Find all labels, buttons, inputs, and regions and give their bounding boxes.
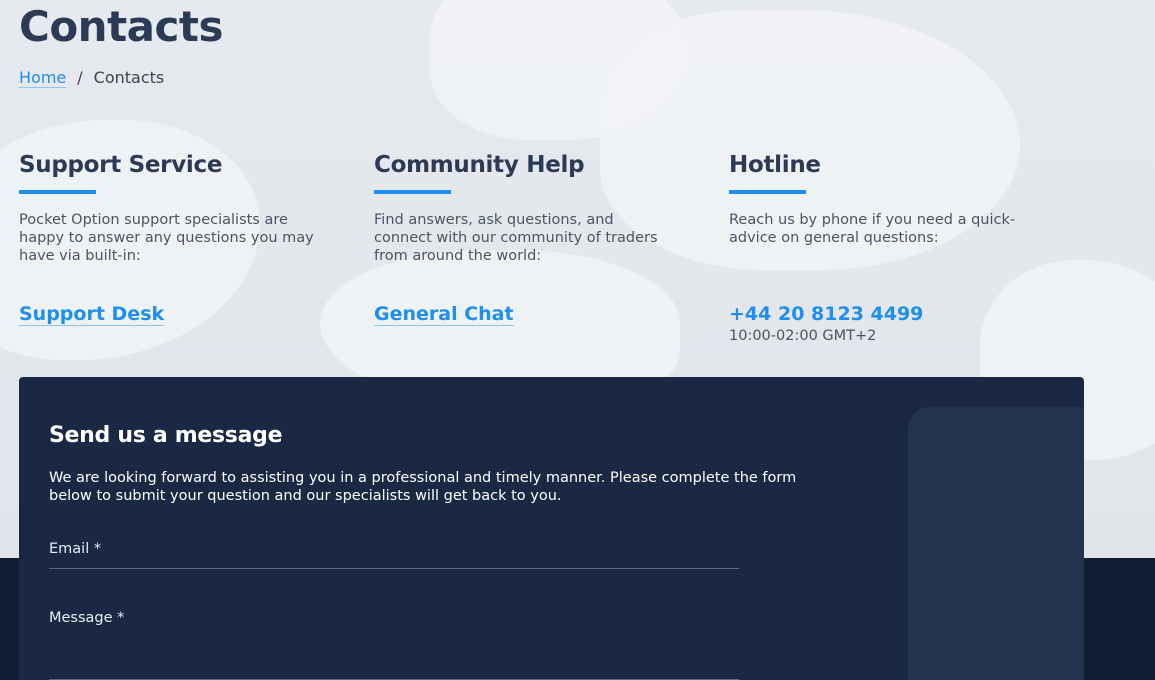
general-chat-link[interactable]: General Chat — [374, 303, 514, 326]
community-help-text: Find answers, ask questions, and connect… — [374, 212, 658, 264]
hotline-phone-link[interactable]: +44 20 8123 4499 — [729, 303, 923, 325]
hotline-text: Reach us by phone if you need a quick-ad… — [729, 212, 1016, 246]
breadcrumb: Home / Contacts — [19, 68, 165, 88]
message-form-card: Send us a message We are looking forward… — [19, 377, 1084, 680]
community-help-title: Community Help — [374, 152, 585, 178]
breadcrumb-separator: / — [77, 68, 83, 87]
email-field-label: Email * — [49, 541, 102, 557]
hotline-column: Hotline Reach us by phone if you need a … — [729, 152, 1029, 344]
community-help-column: Community Help Find answers, ask questio… — [374, 152, 674, 326]
title-underline — [729, 190, 806, 194]
hotline-title: Hotline — [729, 152, 821, 178]
support-service-text: Pocket Option support specialists are ha… — [19, 212, 314, 264]
message-field-label: Message * — [49, 610, 125, 626]
form-title: Send us a message — [49, 423, 283, 448]
support-service-title: Support Service — [19, 152, 223, 178]
hotline-hours: 10:00-02:00 GMT+2 — [729, 328, 877, 344]
email-field[interactable] — [49, 568, 739, 569]
support-service-column: Support Service Pocket Option support sp… — [19, 152, 319, 326]
breadcrumb-home-link[interactable]: Home — [19, 68, 67, 88]
page-title: Contacts — [19, 2, 223, 51]
breadcrumb-current: Contacts — [93, 68, 165, 87]
title-underline — [374, 190, 451, 194]
title-underline — [19, 190, 96, 194]
form-intro: We are looking forward to assisting you … — [49, 470, 797, 504]
form-side-panel — [908, 407, 1084, 680]
support-desk-link[interactable]: Support Desk — [19, 303, 165, 326]
